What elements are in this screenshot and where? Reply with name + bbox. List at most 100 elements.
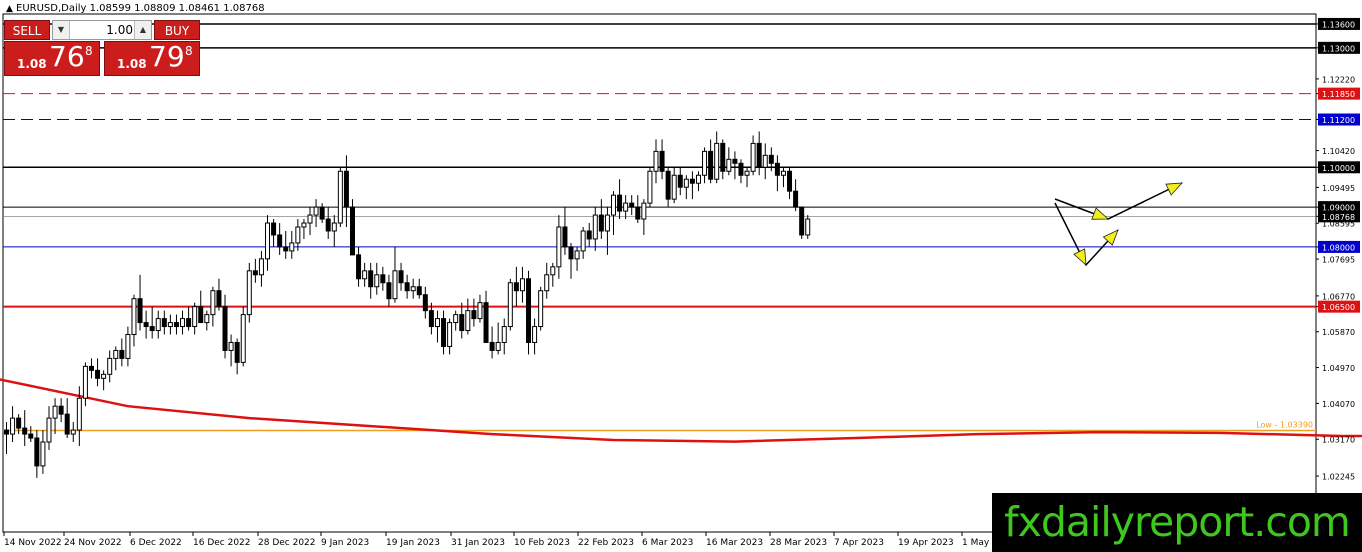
- lot-size-stepper[interactable]: ▼ ▲: [52, 20, 152, 40]
- date-tick: 31 Jan 2023: [450, 532, 505, 548]
- price-tick-label: 1.08000: [1322, 243, 1355, 252]
- bull-candle-body: [155, 318, 161, 332]
- price-tick: 1.09495: [1316, 184, 1355, 193]
- bear-candle-body: [774, 162, 780, 176]
- bull-candle-body: [574, 250, 580, 260]
- buy-price-box[interactable]: 1.08 79 8: [104, 40, 200, 76]
- price-tick: 1.03170: [1316, 436, 1355, 445]
- bull-candle-body: [228, 341, 234, 351]
- bull-candle-body: [647, 170, 653, 204]
- chart-plot-area: [2, 13, 1317, 533]
- bear-candle-body: [720, 142, 726, 172]
- bull-candle-body: [805, 218, 811, 236]
- price-tick-label: 1.05870: [1322, 328, 1355, 337]
- sell-price-fraction: 8: [85, 44, 93, 58]
- bull-candle-body: [40, 441, 46, 467]
- price-tick: 1.07695: [1316, 256, 1355, 265]
- bull-candle-body: [113, 349, 119, 359]
- bear-candle-body: [708, 150, 714, 180]
- bull-candle-body: [301, 222, 307, 228]
- candle: [246, 262, 252, 323]
- buy-price-pips: 79: [149, 40, 185, 73]
- price-tick: 1.08000: [1316, 240, 1360, 253]
- bull-candle-body: [240, 314, 246, 363]
- bull-candle-body: [10, 417, 16, 435]
- header-arrow: ▲: [6, 4, 13, 14]
- bear-candle-body: [234, 341, 240, 363]
- date-tick: 22 Feb 2023: [577, 532, 634, 548]
- bull-candle-body: [46, 417, 52, 443]
- candle: [240, 306, 246, 367]
- bear-candle-body: [58, 405, 64, 415]
- bear-candle-body: [95, 369, 101, 379]
- bear-candle-body: [161, 318, 167, 328]
- bull-candle-body: [653, 150, 659, 172]
- bear-candle-body: [598, 214, 604, 232]
- price-chart[interactable]: ▲ EURUSD,Daily 1.08599 1.08809 1.08461 1…: [0, 0, 1362, 552]
- date-tick: 10 Feb 2023: [513, 532, 570, 548]
- date-tick-label: 16 Dec 2022: [193, 538, 251, 548]
- price-tick-label: 1.13600: [1322, 20, 1355, 29]
- bear-candle-body: [173, 322, 179, 328]
- price-tick: 1.06500: [1316, 300, 1360, 313]
- bear-candle-body: [793, 190, 799, 208]
- sell-button[interactable]: SELL: [4, 20, 50, 40]
- price-tick-label: 1.03170: [1322, 436, 1355, 445]
- bear-candle-body: [319, 206, 325, 220]
- bear-candle-body: [787, 170, 793, 192]
- bull-candle-body: [107, 357, 113, 375]
- price-tick-label: 1.04070: [1322, 400, 1355, 409]
- bear-candle-body: [22, 427, 28, 435]
- price-tick: 1.11200: [1316, 113, 1360, 126]
- bull-candle-body: [374, 274, 380, 288]
- bear-candle-body: [356, 254, 362, 280]
- price-tick: 1.13000: [1316, 41, 1360, 54]
- sell-price-box[interactable]: 1.08 76 8: [4, 40, 100, 76]
- bear-candle-body: [325, 218, 331, 232]
- bear-candle-body: [756, 142, 762, 168]
- bull-candle-body: [410, 286, 416, 292]
- bull-candle-body: [544, 274, 550, 292]
- date-tick: 7 Apr 2023: [833, 532, 884, 548]
- bull-candle-body: [623, 202, 629, 212]
- one-click-trading-panel: SELL ▼ ▲ BUY 1.08 76 8 1.08 79 8: [4, 20, 200, 76]
- price-tick: 1.06770: [1316, 292, 1355, 301]
- date-tick-label: 28 Mar 2023: [770, 538, 827, 548]
- date-tick-label: 22 Feb 2023: [578, 538, 634, 548]
- bull-candle-body: [702, 150, 708, 176]
- price-tick: 1.13600: [1316, 17, 1360, 30]
- bear-candle-body: [149, 326, 155, 332]
- bear-candle-body: [404, 282, 410, 292]
- price-tick-label: 1.07695: [1322, 256, 1355, 265]
- bear-candle-body: [689, 178, 695, 184]
- bull-candle-body: [714, 142, 720, 180]
- buy-button[interactable]: BUY: [154, 20, 200, 40]
- bear-candle-body: [428, 310, 434, 328]
- bull-candle-body: [750, 142, 756, 172]
- bull-candle-body: [331, 222, 337, 232]
- bear-candle-body: [252, 270, 258, 276]
- bull-candle-body: [532, 326, 538, 343]
- price-tick-label: 1.04970: [1322, 364, 1355, 373]
- date-tick: 14 Nov 2022: [3, 532, 62, 548]
- candle: [507, 278, 513, 331]
- bull-candle-body: [210, 290, 216, 316]
- price-tick-label: 1.13000: [1322, 44, 1355, 53]
- bear-candle-body: [732, 158, 738, 164]
- chevron-down-icon[interactable]: ▼: [53, 21, 70, 39]
- sell-price-pips: 76: [49, 40, 85, 73]
- date-tick-label: 19 Jan 2023: [386, 538, 440, 548]
- bear-candle-body: [738, 162, 744, 176]
- chevron-up-icon[interactable]: ▲: [134, 21, 151, 39]
- bull-candle-body: [392, 270, 398, 300]
- bull-candle-body: [76, 397, 82, 431]
- lot-size-input[interactable]: [71, 22, 133, 38]
- bear-candle-body: [34, 437, 40, 467]
- bear-candle-body: [186, 318, 192, 328]
- bear-candle-body: [28, 433, 34, 439]
- price-tick: 1.08595: [1316, 220, 1355, 229]
- bear-candle-body: [88, 365, 94, 371]
- date-tick: 24 Nov 2022: [63, 532, 122, 548]
- bear-candle-body: [513, 282, 519, 292]
- date-tick-label: 14 Nov 2022: [4, 538, 62, 548]
